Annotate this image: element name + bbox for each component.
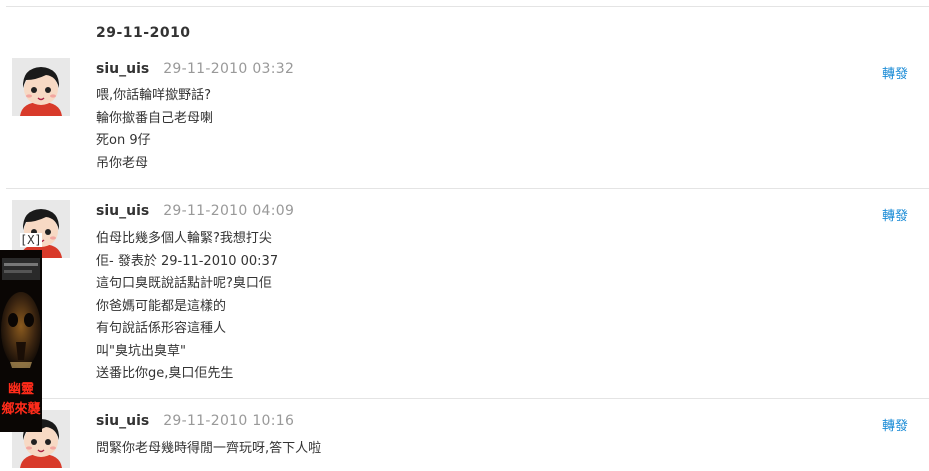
username[interactable]: siu_uis — [96, 203, 149, 219]
timestamp: 29-11-2010 03:32 — [163, 61, 295, 77]
post-content: 喂,你話輪咩撳野話? 輪你撳番自己老母喇 死on 9仔 吊你老母 — [96, 85, 213, 175]
post-divider — [6, 188, 929, 189]
post-line: 輪你撳番自己老母喇 — [96, 110, 214, 126]
post-line: 送番比你ge,臭口佢先生 — [96, 366, 234, 381]
post-divider — [6, 398, 929, 399]
post-line: 佢- 發表於 29-11-2010 00:37 — [96, 253, 279, 269]
post-line: 伯母比幾多個人輪緊?我想打尖 — [96, 231, 272, 246]
avatar[interactable] — [12, 58, 70, 116]
repost-link[interactable]: 轉發 — [882, 415, 908, 434]
post-line: 吊你老母 — [96, 155, 149, 171]
repost-link[interactable]: 轉發 — [882, 63, 908, 82]
post-line: 這句口臭既說話點計呢?臭口佢 — [96, 276, 272, 291]
post-content: 伯母比幾多個人輪緊?我想打尖 佢- 發表於 29-11-2010 00:37 這… — [96, 228, 278, 386]
post-meta: siu_uis 29-11-2010 04:09 — [96, 203, 294, 219]
post-line: 死on 9仔 — [96, 133, 151, 148]
side-advertisement[interactable]: 幽靈 鄉來襲 — [0, 250, 42, 432]
post-meta: siu_uis 29-11-2010 10:16 — [96, 413, 294, 429]
timestamp: 29-11-2010 10:16 — [163, 413, 295, 429]
top-divider — [6, 6, 929, 7]
post-content: 問緊你老母幾時得閒一齊玩呀,答下人啦 — [96, 438, 321, 461]
ad-title-line2: 鄉來襲 — [1, 402, 41, 417]
ad-close-button[interactable]: [X] — [20, 233, 42, 247]
username[interactable]: siu_uis — [96, 413, 149, 429]
post-line: 叫"臭坑出臭草" — [96, 343, 186, 359]
username[interactable]: siu_uis — [96, 61, 149, 77]
post-line: 喂,你話輪咩撳野話? — [96, 88, 212, 103]
post-meta: siu_uis 29-11-2010 03:32 — [96, 61, 294, 77]
ad-title-line1: 幽靈 — [7, 382, 34, 397]
date-header: 29-11-2010 — [96, 25, 191, 41]
timestamp: 29-11-2010 04:09 — [163, 203, 295, 219]
post-line: 你爸媽可能都是這樣的 — [96, 298, 227, 314]
post-line: 有句說話係形容這種人 — [96, 321, 227, 336]
avatar-cartoon-icon — [12, 58, 70, 116]
post-line: 問緊你老母幾時得閒一齊玩呀,答下人啦 — [96, 441, 322, 456]
repost-link[interactable]: 轉發 — [882, 205, 908, 224]
